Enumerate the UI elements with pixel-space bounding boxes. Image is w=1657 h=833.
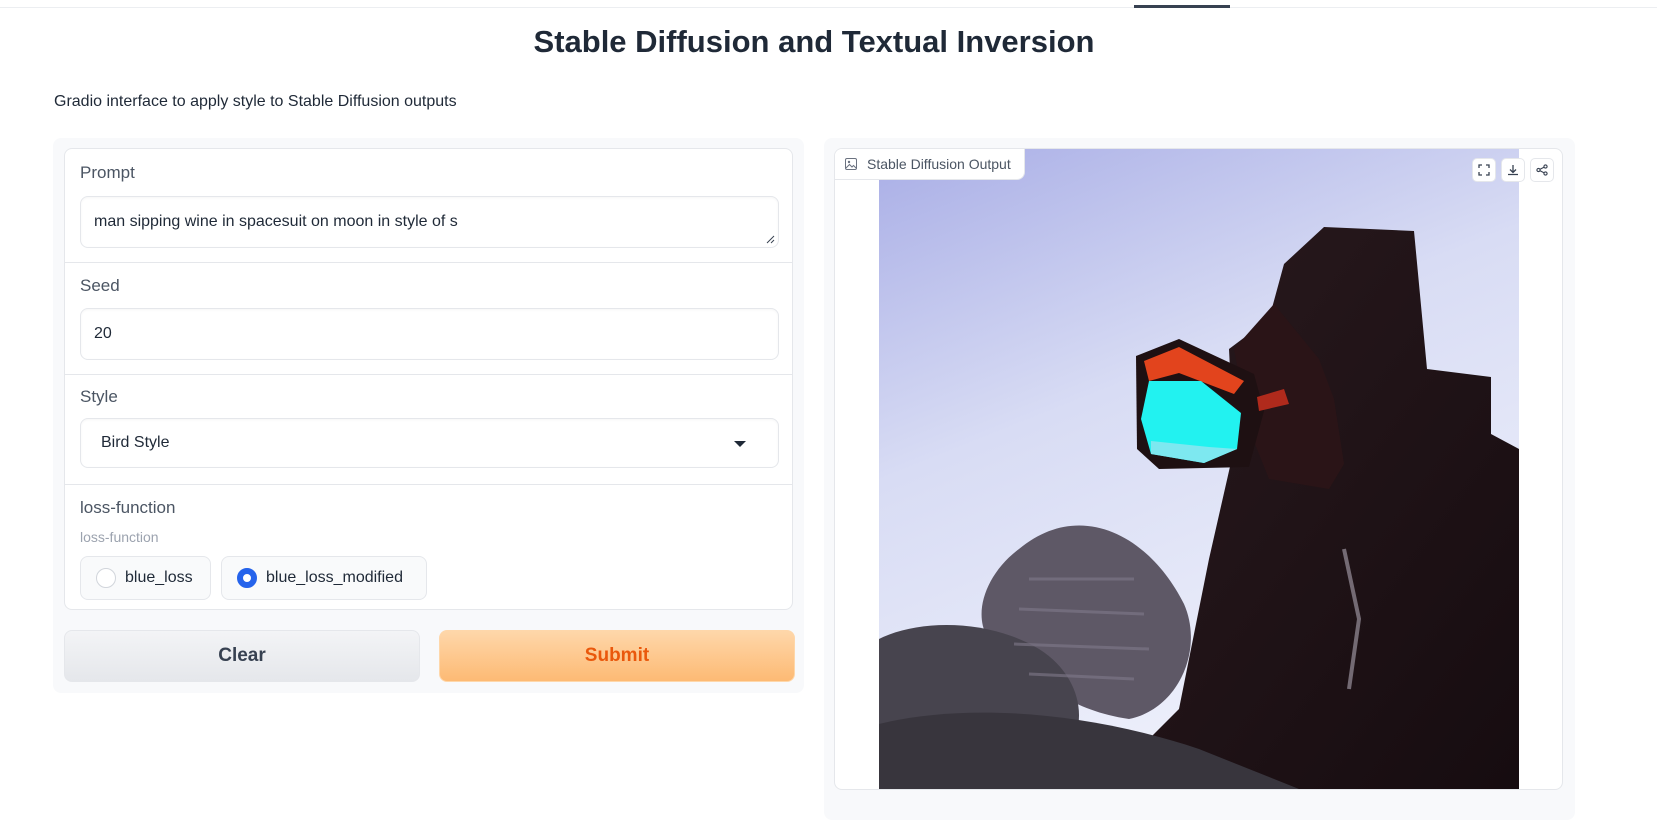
page-title: Stable Diffusion and Textual Inversion <box>533 24 1095 59</box>
prompt-textarea[interactable]: man sipping wine in spacesuit on moon in… <box>80 196 779 248</box>
seed-block: Seed 20 <box>65 262 792 374</box>
loss-function-info: loss-function <box>80 529 159 545</box>
active-tab-indicator <box>1134 5 1230 8</box>
radio-label: blue_loss_modified <box>266 569 403 586</box>
loss-function-block: loss-function loss-function blue_loss bl… <box>65 484 792 610</box>
seed-input[interactable]: 20 <box>80 308 779 360</box>
generated-image[interactable] <box>879 149 1519 789</box>
image-icon <box>845 158 857 170</box>
input-form: Prompt man sipping wine in spacesuit on … <box>64 148 793 610</box>
radio-selected-icon <box>237 568 257 588</box>
style-dropdown[interactable]: Bird Style <box>80 418 779 468</box>
top-nav-bar <box>0 0 1657 8</box>
radio-label: blue_loss <box>125 569 193 586</box>
download-button[interactable] <box>1501 158 1525 182</box>
fullscreen-icon <box>1478 164 1490 176</box>
page-description: Gradio interface to apply style to Stabl… <box>54 93 457 110</box>
radio-blue-loss-modified[interactable]: blue_loss_modified <box>221 556 427 600</box>
chevron-down-icon <box>734 441 746 447</box>
prompt-value: man sipping wine in spacesuit on moon in… <box>94 213 458 230</box>
seed-label: Seed <box>80 276 120 295</box>
radio-circle-icon <box>96 568 116 588</box>
output-label: Stable Diffusion Output <box>835 149 1025 180</box>
prompt-block: Prompt man sipping wine in spacesuit on … <box>65 149 792 262</box>
download-icon <box>1508 165 1518 176</box>
prompt-label: Prompt <box>80 163 135 182</box>
share-button[interactable] <box>1530 158 1554 182</box>
radio-blue-loss[interactable]: blue_loss <box>80 556 211 600</box>
fullscreen-button[interactable] <box>1472 158 1496 182</box>
share-icon <box>1536 164 1548 176</box>
style-selected-value: Bird Style <box>101 434 170 451</box>
style-block: Style Bird Style <box>65 374 792 484</box>
clear-button[interactable]: Clear <box>64 630 420 682</box>
resize-handle-icon[interactable] <box>766 235 775 244</box>
loss-function-label: loss-function <box>80 498 176 517</box>
output-image-box: Stable Diffusion Output <box>834 148 1563 790</box>
style-label: Style <box>80 387 118 406</box>
output-label-text: Stable Diffusion Output <box>867 156 1011 172</box>
submit-button[interactable]: Submit <box>439 630 795 682</box>
seed-value: 20 <box>94 325 112 342</box>
